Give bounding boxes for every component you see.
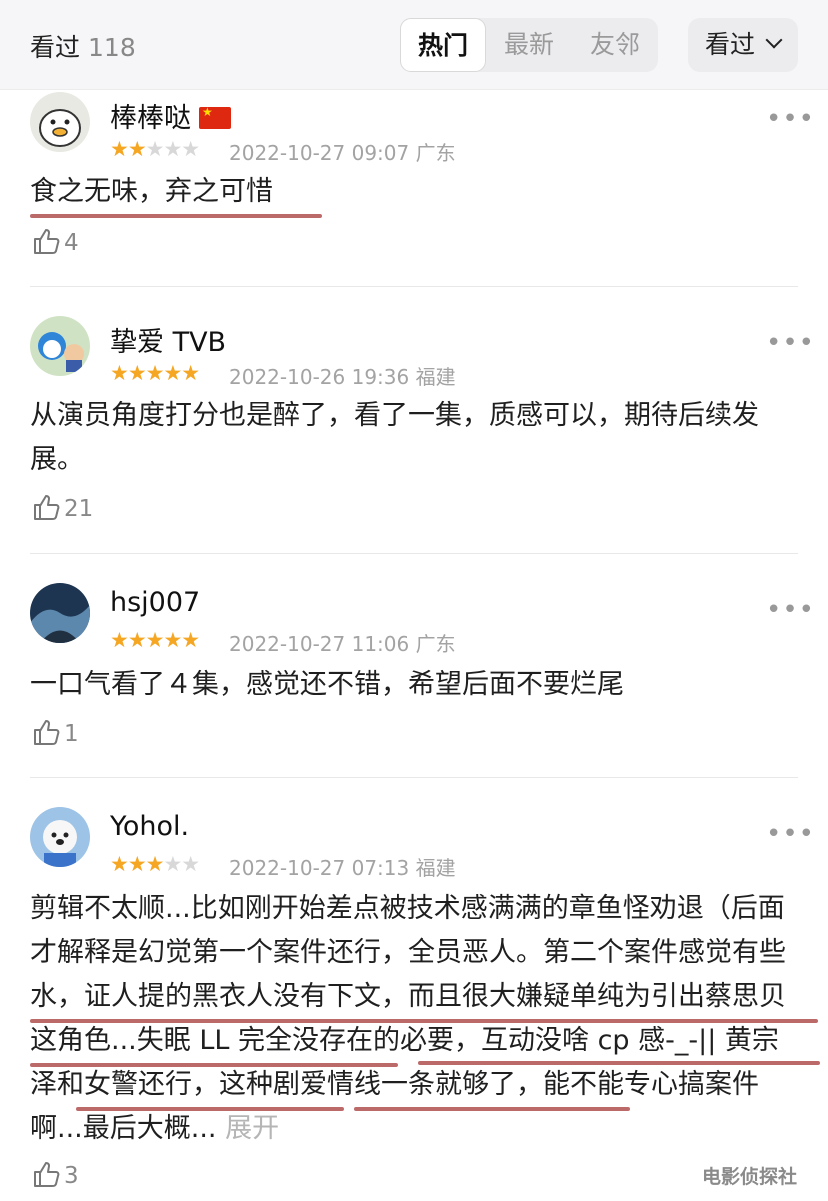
highlight-underline [30,1063,398,1067]
page-title: 看过 118 [30,33,136,62]
highlight-underline [76,1107,344,1111]
like-count: 21 [64,496,94,522]
avatar[interactable] [30,92,90,152]
timestamp: 2022-10-27 11:06 [229,632,410,656]
highlight-underline [30,1019,818,1023]
review-meta: 2022-10-27 09:07 广东 [229,137,456,166]
location: 福建 [415,365,456,389]
review-meta: 2022-10-27 07:13 福建 [229,852,456,881]
location: 广东 [415,141,456,165]
divider [30,777,798,778]
like-count: 4 [64,230,79,256]
tab-friends[interactable]: 友邻 [572,18,658,72]
tab-latest[interactable]: 最新 [486,18,572,72]
review-text: 一口气看了４集，感觉还不错，希望后面不要烂尾 [30,669,624,700]
china-flag-icon [199,105,231,129]
chevron-down-icon [765,31,783,49]
expand-link[interactable]: 展开 [225,1113,279,1144]
like-count: 3 [64,1163,79,1189]
divider [30,286,798,287]
highlight-underline [354,1107,630,1111]
avatar[interactable] [30,583,90,643]
timestamp: 2022-10-27 09:07 [229,141,410,165]
thumbs-up-icon [34,720,60,745]
more-icon[interactable]: ••• [766,328,815,358]
review-meta: 2022-10-27 11:06 广东 [229,628,456,657]
more-icon[interactable]: ••• [766,595,815,625]
review-text: 从演员角度打分也是醉了，看了一集，质感可以，期待后续发展。 [30,400,759,475]
highlight-underline [30,214,322,218]
review-text: 食之无味，弃之可惜 [30,176,273,207]
avatar[interactable] [30,807,90,867]
location: 福建 [415,856,456,880]
thumbs-up-icon [34,229,60,254]
username[interactable]: Yohol. [110,811,189,842]
watched-count: 118 [88,33,136,62]
watermark: 电影侦探社 [702,1166,798,1188]
thumbs-up-icon [34,495,60,520]
filter-dropdown-label: 看过 [705,30,756,59]
sort-tabs: 热门 最新 友邻 [400,18,658,72]
username[interactable]: 挚爱 TVB [110,320,226,359]
review-meta: 2022-10-26 19:36 福建 [229,361,456,390]
star-rating: ★★★★★ [110,137,200,161]
avatar[interactable] [30,316,90,376]
username[interactable]: hsj007 [110,587,200,618]
tab-hot[interactable]: 热门 [400,18,486,72]
username[interactable]: 棒棒哒 [110,96,231,135]
timestamp: 2022-10-26 19:36 [229,365,410,389]
star-rating: ★★★★★ [110,852,200,876]
more-icon[interactable]: ••• [766,104,815,134]
divider [30,553,798,554]
like-button[interactable]: 3 [32,1159,79,1189]
highlight-underline [418,1061,820,1065]
timestamp: 2022-10-27 07:13 [229,856,410,880]
like-count: 1 [64,721,79,747]
more-icon[interactable]: ••• [766,819,815,849]
header-bar: 看过 118 热门 最新 友邻 看过 [0,0,828,90]
thumbs-up-icon [34,1162,60,1187]
star-rating: ★★★★★ [110,361,200,385]
like-button[interactable]: 21 [32,492,93,522]
like-button[interactable]: 1 [32,717,79,747]
filter-dropdown[interactable]: 看过 [688,18,798,72]
location: 广东 [415,632,456,656]
star-rating: ★★★★★ [110,628,200,652]
like-button[interactable]: 4 [32,226,79,256]
